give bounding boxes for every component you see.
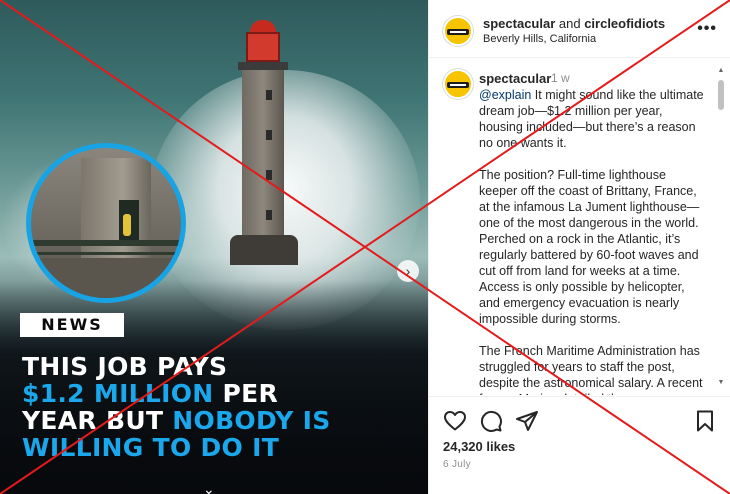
share-icon[interactable]	[515, 409, 539, 433]
scroll-down-icon[interactable]: ▼	[716, 378, 726, 388]
caption-paragraph-1: @explain It might sound like the ultimat…	[479, 87, 707, 151]
headline-year: YEAR BUT	[22, 406, 173, 435]
author-joiner: and	[555, 16, 585, 31]
headline-line-4: WILLING TO DO IT	[22, 433, 280, 462]
headline-line-3: YEAR BUT NOBODY IS	[22, 407, 422, 434]
headline-nobody: NOBODY IS	[172, 406, 331, 435]
coauthor-link[interactable]: circleofidiots	[584, 16, 665, 31]
post-side-panel: spectacular and circleofidiots Beverly H…	[428, 0, 730, 494]
more-horizontal-icon[interactable]: •••	[697, 20, 717, 38]
news-label: NEWS	[20, 313, 124, 337]
caption-username[interactable]: spectacular	[479, 71, 551, 86]
media-headline: THIS JOB PAYS $1.2 MILLION PER YEAR BUT …	[22, 353, 422, 461]
carousel-next-icon[interactable]: ›	[397, 260, 419, 282]
chevron-down-icon: ⌄	[203, 481, 215, 494]
lighthouse-image	[230, 20, 298, 265]
post-actions: 24,320 likes 6 July	[429, 396, 730, 494]
mention-link[interactable]: @explain	[479, 88, 531, 102]
heart-icon[interactable]	[443, 409, 467, 433]
caption-avatar[interactable]	[443, 69, 473, 99]
author-link[interactable]: spectacular	[483, 16, 555, 31]
headline-line-2: $1.2 MILLION PER	[22, 380, 422, 407]
comment-icon[interactable]	[479, 409, 503, 433]
caption-text: @explain It might sound like the ultimat…	[479, 87, 707, 395]
caption-timestamp: 1 w	[551, 71, 570, 85]
headline-line-1: THIS JOB PAYS	[22, 352, 228, 381]
headline-per: PER	[213, 379, 279, 408]
scroll-thumb[interactable]	[718, 80, 724, 110]
post-header: spectacular and circleofidiots Beverly H…	[429, 0, 730, 58]
post-date: 6 July	[443, 459, 471, 470]
post-authors: spectacular and circleofidiots	[483, 16, 665, 31]
lighthouse-keeper-inset	[26, 143, 186, 303]
likes-count[interactable]: 24,320 likes	[443, 439, 515, 454]
post-media[interactable]: NEWS THIS JOB PAYS $1.2 MILLION PER YEAR…	[0, 0, 428, 494]
caption-paragraph-2: The position? Full-time lighthouse keepe…	[479, 168, 700, 326]
avatar[interactable]	[443, 16, 473, 46]
bookmark-icon[interactable]	[693, 409, 717, 433]
caption-paragraph-3: The French Maritime Administration has s…	[479, 344, 703, 395]
caption-scrollbar[interactable]: ▲ ▼	[716, 66, 726, 390]
caption-scroll-area[interactable]: spectacular 1 w @explain It might sound …	[429, 59, 730, 395]
scroll-up-icon[interactable]: ▲	[716, 66, 726, 76]
location-link[interactable]: Beverly Hills, California	[483, 33, 596, 45]
headline-amount: $1.2 MILLION	[22, 379, 214, 408]
